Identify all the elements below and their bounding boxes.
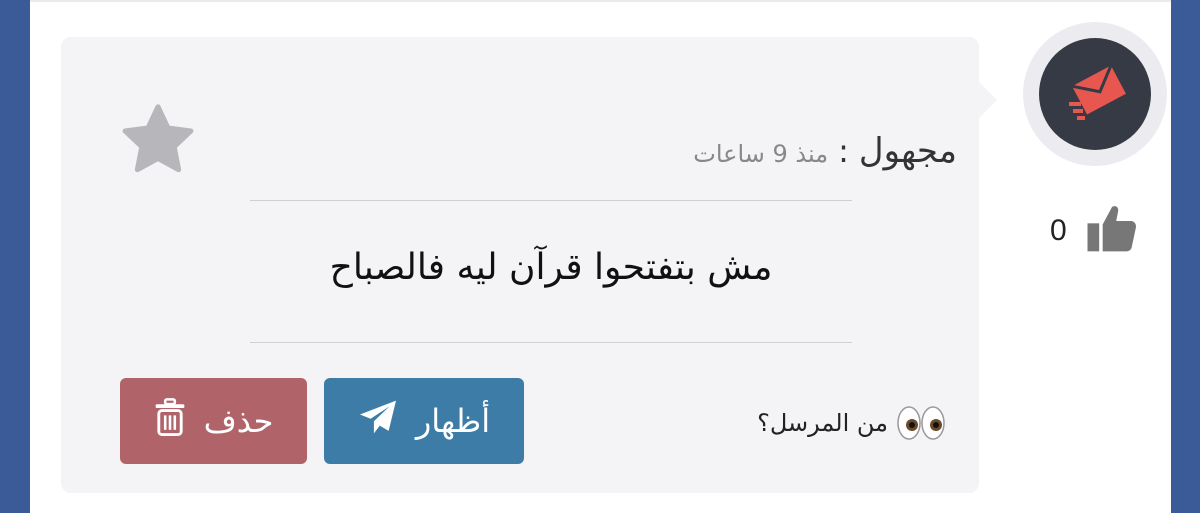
message-text: مش بتفتحوا قرآن ليه فالصباح — [329, 247, 773, 288]
likes-count: 0 — [1050, 214, 1067, 247]
avatar[interactable] — [1039, 38, 1151, 150]
delete-button[interactable]: حذف — [120, 378, 307, 464]
paper-plane-icon — [358, 399, 398, 443]
card-pointer — [975, 78, 997, 122]
trash-icon — [154, 397, 186, 445]
who-sent-link[interactable]: من المرسل؟ — [757, 403, 946, 443]
who-sent-label: من المرسل؟ — [757, 409, 888, 437]
likes: 0 — [1050, 200, 1170, 256]
top-divider — [30, 0, 1171, 2]
message-card: مجهول : منذ 9 ساعات مش بتفتحوا قرآن ليه … — [61, 37, 979, 493]
star-icon[interactable] — [119, 103, 197, 181]
delete-button-label: حذف — [203, 402, 274, 440]
header-separator: : — [838, 132, 849, 170]
divider-top — [250, 200, 852, 201]
message-panel: مجهول : منذ 9 ساعات مش بتفتحوا قرآن ليه … — [30, 0, 1171, 513]
message-header: مجهول : منذ 9 ساعات — [693, 131, 957, 171]
eyes-icon — [896, 403, 946, 443]
divider-bottom — [250, 342, 852, 343]
sender-name: مجهول — [858, 131, 957, 171]
thumbs-up-icon[interactable] — [1083, 200, 1141, 260]
message-time: منذ 9 ساعات — [693, 140, 829, 168]
show-button[interactable]: أظهار — [324, 378, 524, 464]
envelope-logo-icon — [1055, 52, 1135, 136]
show-button-label: أظهار — [415, 402, 491, 440]
